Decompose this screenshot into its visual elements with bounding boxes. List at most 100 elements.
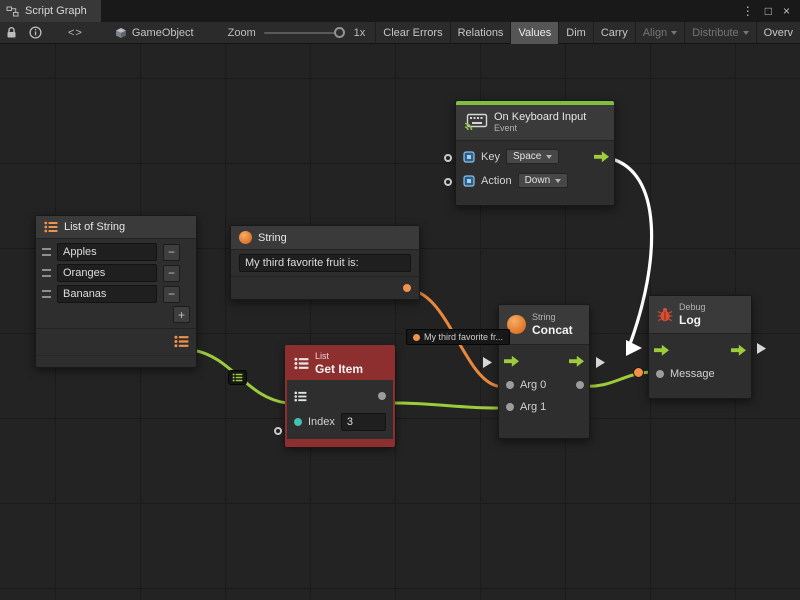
- flow-out-arrow-icon[interactable]: [731, 345, 746, 356]
- string-type-icon: [239, 231, 252, 244]
- action-input-port[interactable]: [444, 178, 452, 186]
- arg1-input-port[interactable]: [506, 403, 514, 411]
- node-category: Debug: [679, 302, 706, 313]
- window-titlebar: Script Graph ⋮ □ ×: [0, 0, 800, 22]
- chevron-down-icon: [555, 179, 561, 183]
- code-icon[interactable]: <>: [68, 27, 83, 39]
- list-output-section: [36, 328, 196, 367]
- string-output-port[interactable]: [403, 284, 411, 292]
- node-on-keyboard-input[interactable]: On Keyboard Input Event Key Space: [455, 100, 615, 206]
- drag-handle-icon[interactable]: [42, 290, 51, 298]
- index-input-port[interactable]: [294, 418, 302, 426]
- lock-icon[interactable]: [6, 26, 17, 39]
- string-value-field[interactable]: My third favorite fruit is:: [239, 254, 411, 272]
- value-preview-tooltip: My third favorite fr...: [406, 329, 510, 345]
- tab-title: Script Graph: [25, 5, 87, 17]
- node-title: Concat: [532, 323, 573, 337]
- node-list-of-string[interactable]: List of String Apples − Oranges − Banana…: [35, 215, 197, 368]
- list-icon: [232, 373, 243, 382]
- node-title: String: [258, 232, 287, 244]
- dim-button[interactable]: Dim: [558, 22, 593, 44]
- string-value-icon: [413, 334, 420, 341]
- zoom-value: 1x: [354, 27, 366, 39]
- node-subtitle: Event: [494, 123, 586, 134]
- window-menu-icon[interactable]: ⋮: [742, 0, 754, 22]
- key-dropdown-value: Space: [513, 151, 541, 162]
- node-debug-log[interactable]: Debug Log Message: [648, 295, 752, 399]
- distribute-button[interactable]: Distribute: [684, 22, 755, 44]
- flow-in-arrow-icon[interactable]: [504, 356, 519, 367]
- key-dropdown[interactable]: Space: [506, 149, 559, 164]
- list-item-row: Oranges −: [42, 264, 190, 282]
- node-title: List of String: [64, 221, 125, 233]
- keycap-icon: [463, 175, 475, 187]
- list-icon: [294, 357, 309, 370]
- carry-button[interactable]: Carry: [593, 22, 635, 44]
- drag-handle-icon[interactable]: [42, 269, 51, 277]
- keyboard-icon: [464, 113, 488, 131]
- graph-toolbar: <> GameObject Zoom 1x Clear Errors Relat…: [0, 22, 800, 44]
- window-maximize-icon[interactable]: □: [765, 0, 772, 22]
- node-concat[interactable]: String Concat Arg 0 Arg 1: [498, 304, 590, 439]
- list-input-port[interactable]: [294, 391, 307, 402]
- list-item-field[interactable]: Oranges: [57, 264, 157, 282]
- node-get-item[interactable]: List Get Item Index 3: [285, 345, 395, 447]
- window-controls: ⋮ □ ×: [742, 0, 800, 22]
- string-value-badge: [633, 367, 644, 378]
- flow-out-arrow-icon[interactable]: [594, 151, 609, 162]
- flow-in-arrow-icon[interactable]: [654, 345, 669, 356]
- values-button[interactable]: Values: [510, 22, 558, 44]
- arg0-input-port[interactable]: [506, 381, 514, 389]
- zoom-slider[interactable]: [264, 32, 344, 34]
- keycap-icon: [463, 151, 475, 163]
- toolbar-buttons: Clear Errors Relations Values Dim Carry …: [375, 22, 800, 44]
- node-string-literal[interactable]: String My third favorite fruit is:: [230, 225, 420, 300]
- index-unconnected-port[interactable]: [274, 427, 282, 435]
- index-label: Index: [308, 416, 335, 428]
- list-item-row: Bananas −: [42, 285, 190, 303]
- bug-icon: [657, 307, 673, 322]
- list-type-icon: [44, 221, 58, 233]
- zoom-slider-knob[interactable]: [334, 27, 345, 38]
- node-title: On Keyboard Input: [494, 111, 586, 123]
- index-value-field[interactable]: 3: [341, 413, 386, 431]
- list-item-field[interactable]: Apples: [57, 243, 157, 261]
- message-input-port[interactable]: [656, 370, 664, 378]
- clear-errors-button[interactable]: Clear Errors: [375, 22, 449, 44]
- action-label: Action: [481, 175, 512, 187]
- unity-script-graph-window: Script Graph ⋮ □ × <>: [0, 0, 800, 600]
- item-output-port[interactable]: [378, 392, 386, 400]
- gameobject-selector[interactable]: GameObject: [115, 27, 194, 39]
- window-close-icon[interactable]: ×: [783, 0, 790, 22]
- distribute-label: Distribute: [692, 27, 738, 39]
- gameobject-cube-icon: [115, 27, 127, 39]
- align-label: Align: [643, 27, 667, 39]
- node-category: List: [315, 351, 363, 362]
- drag-handle-icon[interactable]: [42, 248, 51, 256]
- remove-item-button[interactable]: −: [163, 244, 180, 261]
- chevron-down-icon: [546, 155, 552, 159]
- align-button[interactable]: Align: [635, 22, 684, 44]
- overview-button[interactable]: Overv: [756, 22, 800, 44]
- relations-button[interactable]: Relations: [450, 22, 511, 44]
- list-output-port[interactable]: [174, 335, 189, 348]
- chevron-down-icon: [743, 31, 749, 35]
- zoom-label: Zoom: [228, 27, 256, 39]
- node-category: String: [532, 312, 573, 323]
- result-output-port[interactable]: [576, 381, 584, 389]
- gameobject-label: GameObject: [132, 27, 194, 39]
- flow-out-arrow-icon[interactable]: [569, 356, 584, 367]
- add-item-button[interactable]: +: [173, 306, 190, 323]
- action-dropdown-value: Down: [525, 175, 551, 186]
- action-dropdown[interactable]: Down: [518, 173, 569, 188]
- arg1-label: Arg 1: [520, 401, 546, 413]
- remove-item-button[interactable]: −: [163, 286, 180, 303]
- key-input-port[interactable]: [444, 154, 452, 162]
- graph-icon: [6, 6, 19, 17]
- info-icon[interactable]: [29, 26, 42, 39]
- value-preview-text: My third favorite fr...: [424, 332, 503, 342]
- arg0-label: Arg 0: [520, 379, 546, 391]
- tab-script-graph[interactable]: Script Graph: [0, 0, 101, 22]
- list-item-field[interactable]: Bananas: [57, 285, 157, 303]
- remove-item-button[interactable]: −: [163, 265, 180, 282]
